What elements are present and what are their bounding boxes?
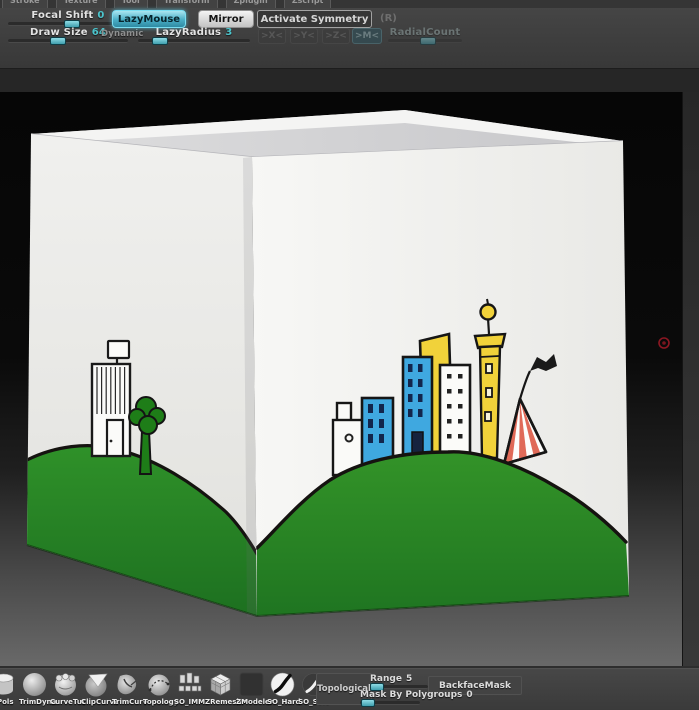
backface-mask-label: BackfaceMask — [438, 680, 512, 691]
topology-curve-brush-icon — [148, 674, 170, 696]
viewport-canvas[interactable] — [0, 92, 699, 666]
viewport-3d-scene — [26, 110, 670, 618]
brush-item-zmodeler[interactable]: ZModeler — [236, 671, 274, 706]
radial-count-slider[interactable]: RadialCount — [388, 27, 462, 45]
brush-label: _Pols — [0, 698, 14, 706]
lazy-radius-slider[interactable]: LazyRadius 3 — [138, 27, 250, 45]
mirror-label: Mirror — [208, 13, 244, 25]
box-left-face — [27, 134, 257, 617]
zbrush-window: Stroke Texture Tool Transform Zplugin Zs… — [0, 0, 699, 710]
top-toolbar: Focal Shift 0 Draw Size 64 Dynamic LazyM… — [0, 8, 699, 69]
draw-size-handle[interactable] — [50, 37, 66, 45]
box-front-face — [252, 141, 629, 616]
menu-tab-zplugin[interactable]: Zplugin — [225, 0, 276, 8]
menu-tab-zscript[interactable]: Zscript — [283, 0, 332, 8]
lazy-radius-handle[interactable] — [152, 37, 168, 45]
brush-label: ClipCurve — [81, 698, 119, 706]
radial-count-handle[interactable] — [420, 37, 436, 45]
menu-bar: Stroke Texture Tool Transform Zplugin Zs… — [0, 0, 699, 8]
symmetry-z-label: >Z< — [325, 31, 347, 41]
bottom-toolbar: _Pols TrimDyna CurveTut — [0, 668, 699, 710]
symmetry-m-label: >M< — [354, 31, 380, 41]
brush-item-so-hard[interactable]: SO_Hard — [267, 671, 301, 706]
clip-plane-brush-icon — [85, 673, 108, 697]
radial-count-track[interactable] — [388, 37, 462, 45]
menu-tab-stroke[interactable]: Stroke — [2, 0, 48, 8]
insert-mesh-blocks-icon — [178, 672, 202, 692]
zmodeler-dim-icon — [239, 672, 264, 697]
symmetry-y-label: >Y< — [293, 31, 315, 41]
symmetry-x-button[interactable]: >X< — [258, 28, 286, 44]
brush-label: CurveTut — [50, 698, 86, 706]
brush-item-so-imm[interactable]: SO_IMM — [174, 671, 205, 706]
brush-item-topology[interactable]: Topology — [143, 671, 179, 706]
lazy-radius-track[interactable] — [138, 37, 250, 45]
focal-shift-label: Focal Shift — [31, 10, 94, 21]
brush-label: TrimCurv — [112, 698, 148, 706]
trim-scissors-brush-icon — [117, 674, 137, 695]
menu-tab-texture[interactable]: Texture — [55, 0, 106, 8]
brush-strip: _Pols TrimDyna CurveTut — [0, 671, 329, 706]
sphere-brush-icon — [23, 673, 46, 696]
lazymouse-button[interactable]: LazyMouse — [112, 10, 186, 28]
mirror-button[interactable]: Mirror — [198, 10, 254, 28]
cylinder-brush-icon — [0, 673, 14, 695]
brush-item-curvetut[interactable]: CurveTut — [50, 671, 86, 706]
mask-by-polygroups-track[interactable] — [360, 699, 420, 707]
brush-label: SO_IMM — [174, 698, 206, 706]
blue-building-2-drawing — [401, 355, 434, 464]
brush-item-trimdyna[interactable]: TrimDyna — [19, 671, 57, 706]
sub-toolbar — [0, 68, 699, 94]
brush-item-trimcurv[interactable]: TrimCurv — [112, 671, 148, 706]
brush-item-pols[interactable]: _Pols — [0, 671, 19, 706]
lazymouse-label: LazyMouse — [117, 13, 181, 25]
lazy-radius-value: 3 — [225, 27, 233, 38]
menu-tab-transform[interactable]: Transform — [155, 0, 218, 8]
range-track[interactable] — [370, 683, 428, 691]
mask-by-polygroups-slider[interactable]: Mask By Polygroups 0 — [360, 690, 480, 707]
brush-label: SO_Hard — [267, 698, 301, 706]
creature-mesh-brush-icon — [55, 673, 76, 696]
mask-by-polygroups-label: Mask By Polygroups — [360, 690, 463, 700]
canvas-right-margin[interactable] — [682, 92, 699, 666]
remesh-cube-icon — [210, 673, 231, 696]
r-indicator: (R) — [380, 13, 397, 24]
brush-item-zremesher[interactable]: ZRemeshr — [205, 671, 245, 706]
hard-brush-stroke-icon — [270, 672, 295, 697]
range-value: 5 — [405, 674, 413, 684]
focal-shift-value: 0 — [97, 10, 105, 21]
draw-size-track[interactable] — [8, 37, 128, 45]
symmetry-z-button[interactable]: >Z< — [322, 28, 350, 44]
brush-label: ZRemeshr — [205, 698, 245, 706]
dotted-white-building-drawing — [438, 363, 472, 462]
symmetry-x-label: >X< — [260, 31, 284, 41]
brush-cursor-ring — [658, 337, 670, 349]
focal-shift-track[interactable] — [8, 20, 128, 28]
activate-symmetry-label: Activate Symmetry — [260, 13, 369, 25]
symmetry-m-button[interactable]: >M< — [352, 28, 382, 44]
mask-by-polygroups-value: 0 — [466, 690, 473, 700]
brush-item-clipcurve[interactable]: ClipCurve — [81, 671, 119, 706]
brush-label: TrimDyna — [19, 698, 57, 706]
symmetry-y-button[interactable]: >Y< — [290, 28, 318, 44]
brush-label: ZModeler — [236, 698, 274, 706]
range-slider[interactable]: Range 5 — [370, 674, 428, 691]
activate-symmetry-button[interactable]: Activate Symmetry — [257, 10, 372, 28]
brush-label: Topology — [143, 698, 179, 706]
menu-tab-tool[interactable]: Tool — [113, 0, 148, 8]
mask-by-polygroups-handle[interactable] — [361, 699, 375, 707]
focal-shift-slider[interactable]: Focal Shift 0 — [8, 10, 128, 28]
